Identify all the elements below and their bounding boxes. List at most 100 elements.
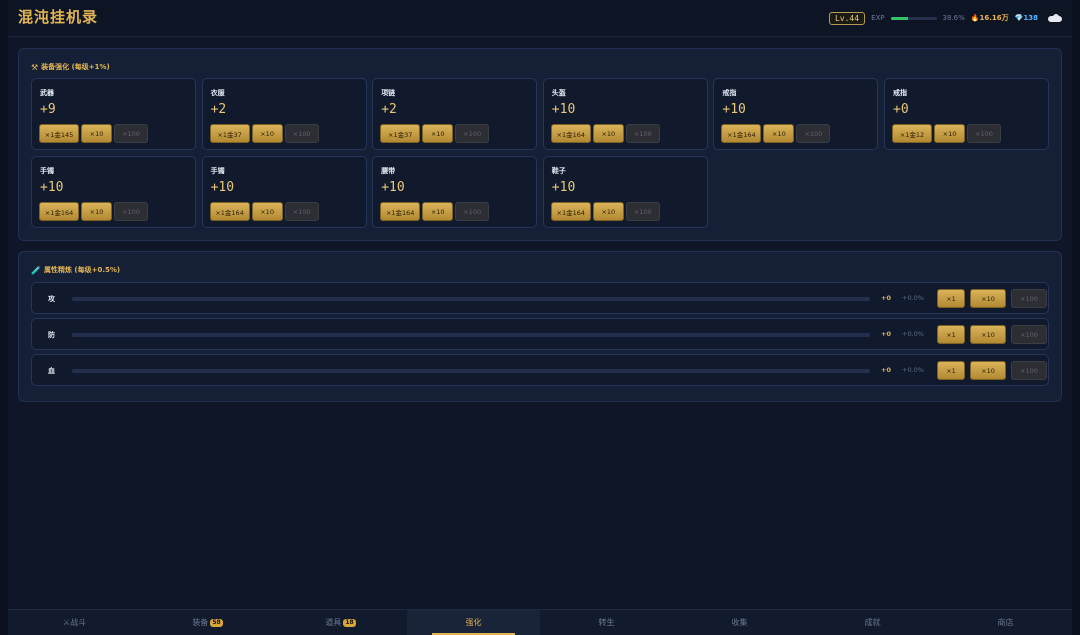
upgrade-button-row: ×1金164 ×10 ×100 <box>39 202 148 221</box>
nav-tab[interactable]: 商店 <box>939 610 1072 635</box>
nav-tab[interactable]: 转生 <box>540 610 673 635</box>
equip-name: 戒指 <box>893 89 907 97</box>
upgrade-x1-button[interactable]: ×1金37 <box>380 124 421 143</box>
upgrade-x10-button[interactable]: ×10 <box>592 124 624 143</box>
exp-bar <box>890 16 937 20</box>
upgrade-x100-button[interactable]: ×100 <box>796 124 831 143</box>
upgrade-x1-button[interactable]: ×1金37 <box>209 124 250 143</box>
refine-x100-button[interactable]: ×100 <box>1011 361 1047 380</box>
upgrade-button-row: ×1金164 ×10 ×100 <box>550 124 660 143</box>
upgrade-x10-button[interactable]: ×10 <box>251 124 283 143</box>
upgrade-x10-button[interactable]: ×10 <box>81 124 112 143</box>
upgrade-x1-button[interactable]: ×1金164 <box>209 202 250 221</box>
attr-name: 攻 <box>48 295 55 303</box>
nav-tab-label: ⚔战斗 <box>62 618 87 627</box>
nav-tab[interactable]: ⚔战斗 <box>8 610 141 635</box>
refine-x100-button[interactable]: ×100 <box>1011 325 1047 344</box>
upgrade-x1-button[interactable]: ×1金164 <box>380 202 421 221</box>
attr-progress-bar <box>72 369 870 373</box>
upgrade-x10-button[interactable]: ×10 <box>251 202 283 221</box>
upgrade-x100-button[interactable]: ×100 <box>114 124 148 143</box>
upgrade-x10-button[interactable]: ×10 <box>934 124 965 143</box>
attr-bonus: +0.0% <box>902 294 924 302</box>
equip-name: 项链 <box>381 89 396 97</box>
attr-panel-title: 🧪 属性精炼 (每级+0.5%) <box>31 265 121 275</box>
exp-percent: 38.6% <box>942 14 965 22</box>
nav-tab[interactable]: 道具 18 <box>274 610 407 635</box>
gold-amount: 🔥16.16万 <box>970 14 1009 22</box>
upgrade-x1-button[interactable]: ×1金164 <box>550 124 591 143</box>
upgrade-x1-button[interactable]: ×1金145 <box>39 124 79 143</box>
gem-amount: 💎138 <box>1014 14 1038 22</box>
nav-tab-label: 强化 <box>465 618 482 627</box>
upgrade-button-row: ×1金37 ×10 ×100 <box>380 124 490 143</box>
equip-name: 手镯 <box>40 167 54 175</box>
refine-button-row: ×1 ×10 ×100 <box>937 325 1047 344</box>
refine-button-row: ×1 ×10 ×100 <box>937 361 1047 380</box>
upgrade-x1-button[interactable]: ×1金164 <box>721 124 762 143</box>
upgrade-x10-button[interactable]: ×10 <box>422 202 454 221</box>
nav-tab[interactable]: 收集 <box>673 610 806 635</box>
refine-x10-button[interactable]: ×10 <box>970 361 1006 380</box>
equip-name: 手镯 <box>210 167 225 175</box>
upgrade-x1-button[interactable]: ×1金164 <box>550 202 591 221</box>
exp-label: EXP <box>871 14 885 22</box>
upgrade-x1-button[interactable]: ×1金12 <box>892 124 932 143</box>
upgrade-x1-button[interactable]: ×1金164 <box>39 202 79 221</box>
nav-tab-label: 商店 <box>997 618 1014 627</box>
upgrade-button-row: ×1金37 ×10 ×100 <box>209 124 319 143</box>
refine-x100-button[interactable]: ×100 <box>1011 289 1047 308</box>
upgrade-x100-button[interactable]: ×100 <box>284 202 319 221</box>
equip-level: +10 <box>210 180 235 195</box>
equip-level: +10 <box>40 180 64 195</box>
nav-tab-label: 道具 <box>325 618 342 627</box>
equip-level: +10 <box>551 102 576 117</box>
upgrade-x10-button[interactable]: ×10 <box>592 202 624 221</box>
nav-tab[interactable]: 强化 <box>407 610 540 635</box>
equip-card: 戒指 +10 ×1金164 ×10 ×100 <box>713 78 879 150</box>
upgrade-x100-button[interactable]: ×100 <box>967 124 1001 143</box>
refine-x10-button[interactable]: ×10 <box>970 289 1006 308</box>
upgrade-x10-button[interactable]: ×10 <box>763 124 795 143</box>
refine-x1-button[interactable]: ×1 <box>937 289 965 308</box>
upgrade-x100-button[interactable]: ×100 <box>455 124 490 143</box>
refine-x1-button[interactable]: ×1 <box>937 361 965 380</box>
refine-button-row: ×1 ×10 ×100 <box>937 289 1047 308</box>
nav-tab-label: 装备 <box>192 618 209 627</box>
nav-tab[interactable]: 成就 <box>806 610 939 635</box>
equip-level: +2 <box>381 102 397 117</box>
bottom-nav: ⚔战斗 装备 58 道具 18 强化 转生 收集 成就 商店 <box>8 609 1072 635</box>
attr-bonus: +0.0% <box>902 330 924 338</box>
upgrade-x100-button[interactable]: ×100 <box>625 124 660 143</box>
attr-name: 防 <box>48 331 55 339</box>
equip-name: 武器 <box>40 89 54 97</box>
upgrade-button-row: ×1金12 ×10 ×100 <box>892 124 1001 143</box>
attr-level: +0 <box>881 366 891 374</box>
equip-card: 头盔 +10 ×1金164 ×10 ×100 <box>542 78 708 150</box>
upgrade-x100-button[interactable]: ×100 <box>114 202 148 221</box>
attr-name: 血 <box>48 367 55 375</box>
nav-tab-badge: 58 <box>210 618 223 627</box>
upgrade-x10-button[interactable]: ×10 <box>422 124 454 143</box>
upgrade-x100-button[interactable]: ×100 <box>284 124 319 143</box>
potion-icon: 🧪 <box>31 265 41 275</box>
hammer-pick-icon: ⚒ <box>31 62 39 72</box>
attr-row: 攻 +0 +0.0% ×1 ×10 ×100 <box>31 282 1049 314</box>
upgrade-x100-button[interactable]: ×100 <box>455 202 490 221</box>
refine-x10-button[interactable]: ×10 <box>970 325 1006 344</box>
upgrade-button-row: ×1金164 ×10 ×100 <box>721 124 831 143</box>
equip-name: 衣服 <box>210 89 225 97</box>
refine-x1-button[interactable]: ×1 <box>937 325 965 344</box>
attr-row: 防 +0 +0.0% ×1 ×10 ×100 <box>31 318 1049 350</box>
nav-tab[interactable]: 装备 58 <box>141 610 274 635</box>
equip-card: 武器 +9 ×1金145 ×10 ×100 <box>31 78 196 150</box>
upgrade-x10-button[interactable]: ×10 <box>81 202 112 221</box>
cloud-icon[interactable] <box>1048 14 1062 22</box>
attr-progress-bar <box>72 333 870 337</box>
header: 混沌挂机录 Lv.44 EXP 38.6% 🔥16.16万 💎138 <box>8 0 1072 37</box>
attr-progress-bar <box>72 297 870 301</box>
upgrade-x100-button[interactable]: ×100 <box>625 202 660 221</box>
equip-card: 手镯 +10 ×1金164 ×10 ×100 <box>201 156 367 228</box>
equip-level: +10 <box>381 180 405 195</box>
equip-card: 腰带 +10 ×1金164 ×10 ×100 <box>372 156 538 228</box>
